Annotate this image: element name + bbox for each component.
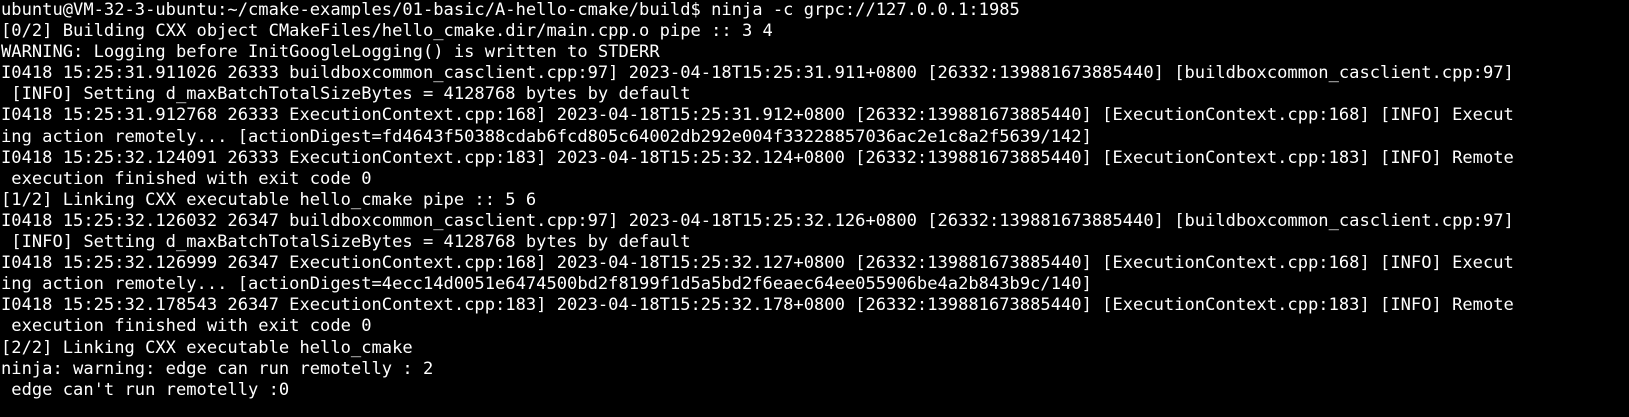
terminal-line-log: ing action remotely... [actionDigest=4ec…: [1, 274, 1092, 295]
terminal-line-build-step-2: [2/2] Linking CXX executable hello_cmake: [1, 337, 413, 358]
terminal-line-log: I0418 15:25:31.911026 26333 buildboxcomm…: [1, 63, 1514, 84]
terminal-line-log: [INFO] Setting d_maxBatchTotalSizeBytes …: [1, 84, 691, 105]
terminal-line-log: execution finished with exit code 0: [1, 316, 372, 337]
terminal-line-log: I0418 15:25:32.124091 26333 ExecutionCon…: [1, 147, 1514, 168]
terminal-line-log: I0418 15:25:31.912768 26333 ExecutionCon…: [1, 105, 1514, 126]
terminal-line-prompt: ubuntu@VM-32-3-ubuntu:~/cmake-examples/0…: [1, 0, 1020, 20]
terminal-line-ninja-warning: ninja: warning: edge can run remotelly :…: [1, 358, 434, 379]
terminal-line-log: I0418 15:25:32.178543 26347 ExecutionCon…: [1, 295, 1514, 316]
terminal-line-ninja-summary: edge can't run remotelly :0: [1, 379, 290, 400]
terminal-line-build-step-1: [1/2] Linking CXX executable hello_cmake…: [1, 189, 537, 210]
terminal-line-warning: WARNING: Logging before InitGoogleLoggin…: [1, 42, 660, 63]
terminal-window[interactable]: ubuntu@VM-32-3-ubuntu:~/cmake-examples/0…: [0, 0, 1629, 417]
terminal-line-log: I0418 15:25:32.126032 26347 buildboxcomm…: [1, 210, 1514, 231]
terminal-line-log: execution finished with exit code 0: [1, 168, 372, 189]
terminal-line-log: I0418 15:25:32.126999 26347 ExecutionCon…: [1, 253, 1514, 274]
terminal-line-build-step-0: [0/2] Building CXX object CMakeFiles/hel…: [1, 21, 773, 42]
terminal-line-log: ing action remotely... [actionDigest=fd4…: [1, 126, 1092, 147]
terminal-line-log: [INFO] Setting d_maxBatchTotalSizeBytes …: [1, 232, 691, 253]
